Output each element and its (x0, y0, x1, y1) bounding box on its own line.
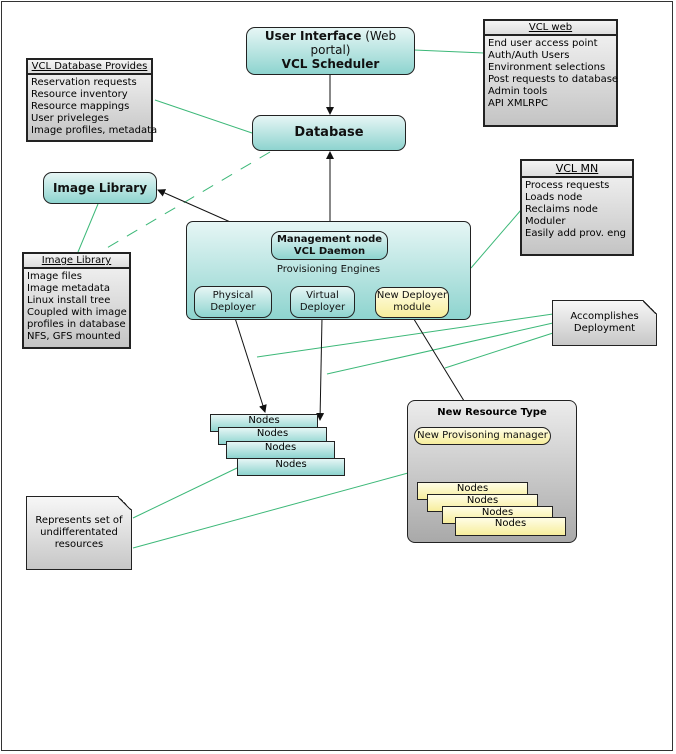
mgmt-line2: VCL Daemon (293, 246, 366, 257)
represents-resources-note: Represents set of undifferentated resour… (26, 496, 132, 570)
arrow-virtual-nodes (316, 317, 325, 421)
new-deployer-label: New Deployer module (376, 290, 448, 313)
accomplishes-deployment-note: Accomplishes Deployment (552, 300, 657, 346)
node-label: Nodes (264, 442, 297, 453)
db-provides-note: VCL Database Provides Reservation reques… (26, 58, 158, 142)
vcl-web-item: Post requests to database (488, 74, 619, 85)
provisioning-engines-label: Provisioning Engines (276, 264, 381, 275)
new-deployer-box[interactable]: New Deployer module (375, 287, 449, 318)
db-provides-item: Resource inventory (31, 89, 128, 100)
db-provides-item: Resource mappings (31, 101, 130, 112)
link-accomplish-1 (256, 313, 554, 358)
ui-subtitle: VCL Scheduler (281, 57, 380, 71)
image-lib-item: profiles in database (27, 319, 126, 330)
vcl-mn-item: Process requests (525, 180, 610, 191)
link-ui-vclweb (413, 49, 485, 54)
vcl-mn-item: Moduler (525, 216, 566, 227)
represents-text: Represents set of undifferentated resour… (35, 515, 123, 550)
new-provisioning-manager-box[interactable]: New Provisoning manager (414, 427, 551, 445)
user-interface-box[interactable]: User Interface (Web portal) VCL Schedule… (246, 27, 415, 75)
accomplishes-text: Accomplishes Deployment (570, 311, 639, 334)
vcl-mn-item: Loads node (525, 192, 583, 203)
database-label: Database (294, 125, 364, 140)
db-provides-item: Reservation requests (31, 77, 137, 88)
link-mgmt-vclmn (470, 209, 522, 269)
node-label: Nodes (466, 495, 499, 506)
vcl-web-header: VCL web (485, 21, 616, 36)
image-lib-item: Image files (27, 271, 82, 282)
node-label: Nodes (494, 518, 527, 529)
vcl-web-item: Environment selections (488, 62, 606, 73)
link-imagelib-note (77, 203, 99, 253)
virtual-deployer-box[interactable]: Virtual Deployer (290, 286, 355, 318)
image-lib-item: Image metadata (27, 283, 110, 294)
database-box[interactable]: Database (252, 115, 406, 151)
vcl-mn-item: Easily add prov. eng (525, 228, 627, 239)
image-library-box[interactable]: Image Library (43, 172, 157, 204)
image-library-note-header: Image Library (24, 254, 129, 269)
arrow-physical-nodes (234, 317, 267, 413)
image-library-note: Image Library Image files Image metadata… (22, 252, 131, 349)
vcl-web-item: Auth/Auth Users (488, 50, 570, 61)
management-node-box[interactable]: Management node VCL Daemon (271, 231, 388, 260)
new-resource-title: New Resource Type (437, 407, 547, 418)
image-lib-item: Coupled with image (27, 307, 127, 318)
vcl-web-item: Admin tools (488, 86, 548, 97)
vcl-web-item: API XMLRPC (488, 98, 549, 109)
link-represents-2 (132, 472, 409, 549)
link-accomplish-3 (444, 332, 554, 369)
vcl-mn-header: VCL MN (522, 161, 632, 178)
link-db-provides (154, 99, 253, 134)
node-card[interactable]: Nodes (237, 458, 345, 476)
db-provides-item: User priveleges (31, 113, 109, 124)
virtual-deployer-label: Virtual Deployer (299, 290, 346, 313)
db-provides-header: VCL Database Provides (28, 60, 151, 75)
physical-deployer-box[interactable]: Physical Deployer (194, 286, 272, 318)
image-library-label: Image Library (52, 181, 148, 195)
vcl-mn-note: VCL MN Process requests Loads node Recla… (520, 159, 634, 256)
node-label: Nodes (456, 483, 489, 494)
ui-title: User Interface (264, 29, 362, 43)
physical-deployer-label: Physical Deployer (210, 290, 256, 313)
node-card[interactable]: Nodes (226, 441, 335, 459)
mgmt-line1: Management node (276, 234, 383, 245)
new-node-card[interactable]: Nodes (455, 517, 566, 536)
db-provides-item: Image profiles, metadata (31, 125, 158, 136)
vcl-web-note: VCL web End user access point Auth/Auth … (483, 19, 618, 127)
node-label: Nodes (256, 428, 289, 439)
node-label: Nodes (275, 459, 307, 470)
vcl-mn-item: Reclaims node (525, 204, 598, 215)
vcl-web-item: End user access point (488, 38, 598, 49)
manager-label: New Provisoning manager (417, 430, 548, 441)
link-represents-1 (132, 467, 238, 519)
management-container[interactable]: Management node VCL Daemon Provisioning … (186, 221, 471, 320)
image-lib-item: NFS, GFS mounted (27, 331, 121, 342)
new-resource-type-container[interactable]: New Resource Type New Provisoning manage… (407, 400, 577, 543)
node-label: Nodes (248, 415, 280, 426)
image-lib-item: Linux install tree (27, 295, 111, 306)
